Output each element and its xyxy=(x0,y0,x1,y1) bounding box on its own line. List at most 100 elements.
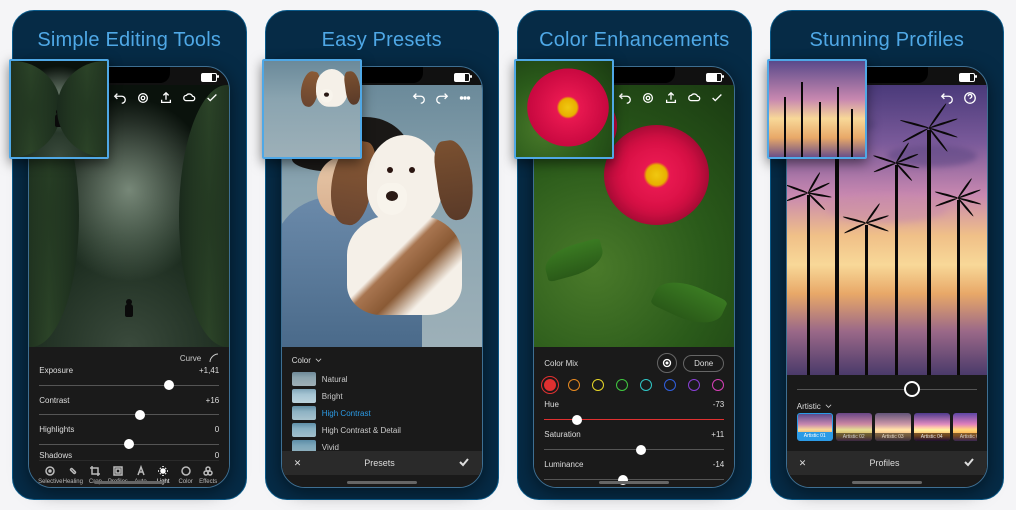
section-label: Color Mix xyxy=(544,359,578,368)
undo-icon[interactable] xyxy=(618,91,632,105)
more-icon[interactable] xyxy=(458,91,472,105)
inset-original-thumb xyxy=(262,59,362,159)
slider-label: Hue xyxy=(544,400,559,409)
slider-label: Exposure xyxy=(39,366,73,375)
tab-healing[interactable]: Healing xyxy=(62,465,84,485)
slider-luminance[interactable] xyxy=(544,473,724,487)
footer-title: Presets xyxy=(364,458,395,468)
close-icon[interactable]: ✕ xyxy=(799,458,807,469)
view-icon[interactable] xyxy=(136,91,150,105)
slider-value: -14 xyxy=(713,460,725,469)
card-presets: Easy Presets xyxy=(265,10,500,500)
profile-thumbs: Artistic 01 Artistic 02 Artistic 03 Arti… xyxy=(797,413,977,441)
share-icon[interactable] xyxy=(664,91,678,105)
color-swatch-orange[interactable] xyxy=(568,379,580,391)
cloud-icon[interactable] xyxy=(687,91,701,105)
card-title: Easy Presets xyxy=(276,29,489,52)
slider-value: +1,41 xyxy=(199,366,219,375)
slider-value: 0 xyxy=(215,425,219,434)
slider-value: -73 xyxy=(713,400,725,409)
confirm-icon[interactable] xyxy=(458,456,470,470)
done-button[interactable]: Done xyxy=(683,355,724,372)
slider-label: Saturation xyxy=(544,430,580,439)
undo-icon[interactable] xyxy=(940,91,954,105)
preset-item[interactable]: Natural xyxy=(292,371,472,387)
color-swatch-blue[interactable] xyxy=(664,379,676,391)
card-profiles: Stunning Profiles Artistic 01: 131 xyxy=(770,10,1005,500)
inset-original-thumb xyxy=(767,59,867,159)
preset-item[interactable]: Bright xyxy=(292,388,472,404)
profile-thumb[interactable]: Artistic 01 xyxy=(797,413,833,441)
profile-thumb[interactable]: Artistic 03 xyxy=(875,413,911,441)
card-editing-tools: Simple Editing Tools Curve Exposure +1,41 xyxy=(12,10,247,500)
chevron-down-icon xyxy=(825,403,832,410)
slider-label: Highlights xyxy=(39,425,74,434)
slider-saturation[interactable] xyxy=(544,443,724,457)
redo-icon[interactable] xyxy=(435,91,449,105)
color-swatches xyxy=(544,379,724,391)
inset-original-thumb xyxy=(514,59,614,159)
card-title: Stunning Profiles xyxy=(781,29,994,52)
card-title: Simple Editing Tools xyxy=(23,29,236,52)
share-icon[interactable] xyxy=(159,91,173,105)
category-label: Color xyxy=(292,356,311,365)
color-swatch-purple[interactable] xyxy=(688,379,700,391)
card-color-enhancements: Color Enhancements Color Mix xyxy=(517,10,752,500)
card-title: Color Enhancements xyxy=(528,29,741,52)
preset-list: Natural Bright High Contrast High Contra… xyxy=(292,371,472,455)
color-swatch-green[interactable] xyxy=(616,379,628,391)
color-panel: Color Mix Done Hue -73 Saturation +11 xyxy=(534,347,734,487)
check-icon[interactable] xyxy=(205,91,219,105)
curve-icon xyxy=(209,353,219,363)
preset-item[interactable]: High Contrast xyxy=(292,405,472,421)
profile-thumb[interactable]: Artistic 05 xyxy=(953,413,977,441)
profile-category[interactable]: Artistic xyxy=(797,399,977,413)
inset-original-thumb xyxy=(9,59,109,159)
color-swatch-yellow[interactable] xyxy=(592,379,604,391)
confirm-icon[interactable] xyxy=(963,456,975,470)
help-icon[interactable] xyxy=(963,91,977,105)
profile-thumb[interactable]: Artistic 02 xyxy=(836,413,872,441)
curve-label: Curve xyxy=(180,354,201,363)
slider-hue[interactable] xyxy=(544,413,724,427)
undo-icon[interactable] xyxy=(412,91,426,105)
slider-label: Contrast xyxy=(39,396,69,405)
panel-footer: ✕ Presets xyxy=(282,451,482,475)
home-indicator xyxy=(347,481,417,484)
chevron-down-icon xyxy=(315,357,322,364)
slider-label: Luminance xyxy=(544,460,583,469)
slider-exposure[interactable] xyxy=(39,379,219,393)
preset-item[interactable]: High Contrast & Detail xyxy=(292,422,472,438)
slider-highlights[interactable] xyxy=(39,437,219,451)
tab-effects[interactable]: Effects xyxy=(197,465,219,485)
color-swatch-magenta[interactable] xyxy=(712,379,724,391)
curve-toggle[interactable]: Curve xyxy=(39,353,219,363)
panel-footer: ✕ Profiles xyxy=(787,451,987,475)
close-icon[interactable]: ✕ xyxy=(294,458,302,469)
slider-value: +11 xyxy=(711,430,724,439)
edit-panel: Curve Exposure +1,41 Contrast +16 Highligh… xyxy=(29,347,229,487)
color-swatch-teal[interactable] xyxy=(640,379,652,391)
color-swatch-red[interactable] xyxy=(544,379,556,391)
slider-label: Shadows xyxy=(39,451,72,460)
slider-exposure-row: Exposure +1,41 xyxy=(39,363,219,379)
home-indicator xyxy=(599,481,669,484)
tab-color[interactable]: Color xyxy=(175,465,197,485)
undo-icon[interactable] xyxy=(113,91,127,105)
view-icon[interactable] xyxy=(641,91,655,105)
check-icon[interactable] xyxy=(710,91,724,105)
home-indicator xyxy=(94,481,164,484)
promo-stage: Simple Editing Tools Curve Exposure +1,41 xyxy=(0,0,1016,510)
slider-contrast[interactable] xyxy=(39,408,219,422)
home-indicator xyxy=(852,481,922,484)
target-icon[interactable] xyxy=(657,353,677,373)
preset-category[interactable]: Color xyxy=(292,353,472,367)
tab-selective[interactable]: Selective xyxy=(39,465,61,485)
slider-intensity[interactable] xyxy=(797,381,977,397)
cloud-icon[interactable] xyxy=(182,91,196,105)
category-label: Artistic xyxy=(797,402,821,411)
slider-value: +16 xyxy=(206,396,220,405)
slider-value: 0 xyxy=(215,451,219,460)
footer-title: Profiles xyxy=(870,458,900,468)
profile-thumb[interactable]: Artistic 04 xyxy=(914,413,950,441)
